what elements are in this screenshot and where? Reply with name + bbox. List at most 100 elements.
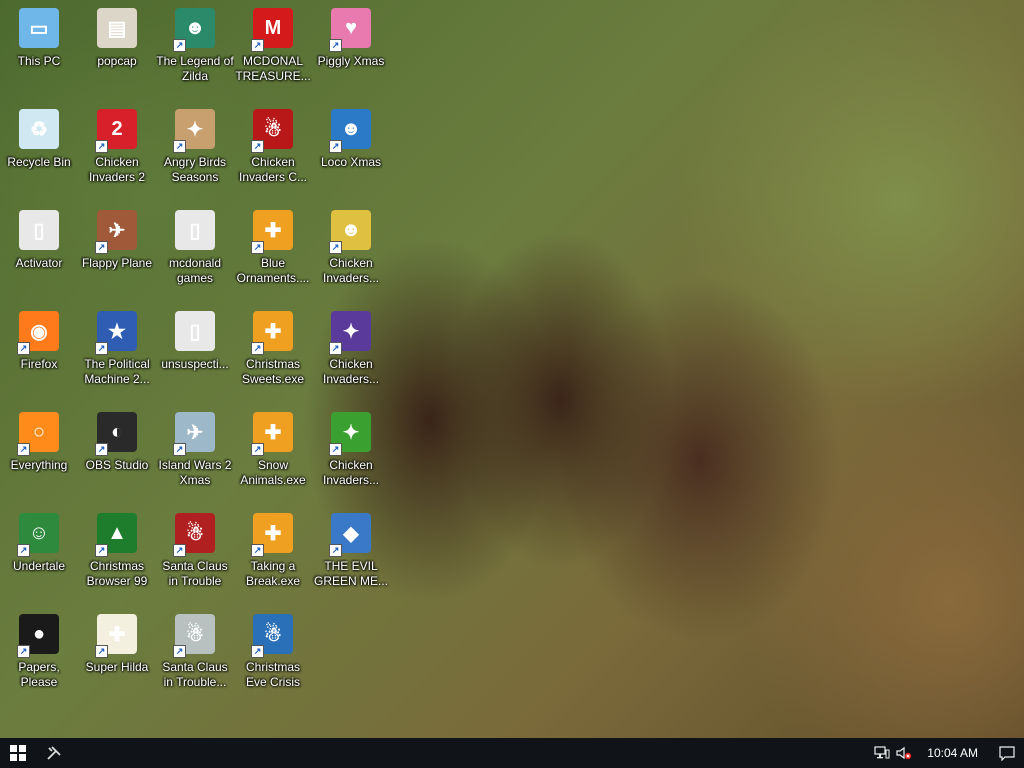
santa-claus-icon: ☃ ↗: [173, 511, 217, 557]
recycle-bin-icon: ♻: [17, 107, 61, 151]
desktop-icon[interactable]: ✦ ↗ Angry Birds Seasons: [156, 101, 234, 197]
network-button[interactable]: [871, 738, 893, 768]
desktop-icon-label: Island Wars 2 Xmas: [158, 458, 232, 487]
desktop-icon[interactable]: ✦ ↗ Chicken Invaders...: [312, 303, 390, 399]
taskbar-tools-button[interactable]: [36, 738, 72, 768]
desktop-icon[interactable]: ▤ popcap: [78, 0, 156, 96]
desktop-icon[interactable]: ✦ ↗ Chicken Invaders...: [312, 404, 390, 500]
santa-claus-icon: ☃ ↗: [173, 612, 217, 658]
shortcut-arrow-icon: ↗: [173, 443, 186, 456]
shortcut-arrow-icon: ↗: [17, 443, 30, 456]
legend-of-zilda-icon: ☻ ↗: [173, 6, 217, 52]
desktop-icon-label: Blue Ornaments....: [236, 256, 310, 285]
desktop-icon[interactable]: ✈ ↗ Flappy Plane: [78, 202, 156, 298]
desktop-icon[interactable]: ☺ ↗ Undertale: [0, 505, 78, 601]
christmas-browser-icon: ▲ ↗: [95, 511, 139, 557]
desktop-icon-label: OBS Studio: [85, 458, 149, 472]
desktop-icon-label: Super Hilda: [85, 660, 149, 674]
shortcut-arrow-icon: ↗: [329, 443, 342, 456]
start-button[interactable]: [0, 738, 36, 768]
shortcut-arrow-icon: ↗: [173, 645, 186, 658]
desktop-icon-label: popcap: [97, 54, 137, 68]
mcdonald-treasure-icon: M ↗: [251, 6, 295, 52]
shortcut-arrow-icon: ↗: [251, 645, 264, 658]
desktop-icon[interactable]: ✚ ↗ Blue Ornaments....: [234, 202, 312, 298]
shortcut-arrow-icon: ↗: [329, 544, 342, 557]
icon-image: ♻: [19, 109, 59, 149]
shortcut-arrow-icon: ↗: [95, 241, 108, 254]
desktop-icon[interactable]: ☃ ↗ Santa Claus in Trouble: [156, 505, 234, 601]
desktop-icon-label: Recycle Bin: [7, 155, 71, 169]
obs-studio-icon: ◐ ↗: [95, 410, 139, 456]
puzzle-icon: ✚ ↗: [251, 410, 295, 456]
desktop-icon[interactable]: ▯ Activator: [0, 202, 78, 298]
puzzle-icon: ✚ ↗: [251, 208, 295, 254]
political-machine-icon: ★ ↗: [95, 309, 139, 355]
shortcut-arrow-icon: ↗: [95, 645, 108, 658]
desktop-icon-label: Taking a Break.exe: [245, 559, 301, 588]
desktop-icon[interactable]: ☃↗Santa Claus in Trouble... A...: [156, 606, 234, 702]
action-center-icon: [999, 745, 1015, 761]
shortcut-arrow-icon: ↗: [173, 140, 186, 153]
volume-muted-icon: [896, 746, 912, 760]
desktop-icon-label: Undertale: [12, 559, 66, 573]
desktop-icon[interactable]: ◉ ↗ Firefox: [0, 303, 78, 399]
volume-button[interactable]: [893, 738, 915, 768]
desktop-icon-label: Snow Animals.exe: [240, 458, 306, 487]
desktop-icon[interactable]: ☃ ↗ Christmas Eve Crisis: [234, 606, 312, 702]
island-wars-icon: ✈ ↗: [173, 410, 217, 456]
desktop-icon[interactable]: ▯ unsuspecti...: [156, 303, 234, 399]
desktop-icon-label: Chicken Invaders C...: [238, 155, 308, 184]
desktop-icon-label: Christmas Sweets.exe: [241, 357, 305, 386]
shortcut-arrow-icon: ↗: [173, 544, 186, 557]
desktop-icon[interactable]: ♥ ↗ Piggly Xmas: [312, 0, 390, 96]
desktop-icon-label: Chicken Invaders...: [322, 357, 380, 386]
desktop-icon-label: Activator: [15, 256, 63, 270]
desktop-icon[interactable]: ★ ↗ The Political Machine 2...: [78, 303, 156, 399]
folder-icon: ▯: [173, 208, 217, 252]
system-tray: 10:04 AM: [871, 738, 1024, 768]
desktop-icon[interactable]: 2 ↗ Chicken Invaders 2: [78, 101, 156, 197]
desktop-icon-label: Chicken Invaders...: [322, 256, 380, 285]
desktop-icon[interactable]: ▲ ↗ Christmas Browser 99: [78, 505, 156, 601]
desktop-icon-label: Loco Xmas: [320, 155, 382, 169]
popcap-icon: ▤: [95, 6, 139, 50]
firefox-icon: ◉ ↗: [17, 309, 61, 355]
desktop-icon-label: Everything: [10, 458, 68, 472]
desktop-icon-label: Angry Birds Seasons: [163, 155, 227, 184]
icon-image: ▯: [175, 311, 215, 351]
desktop-icon[interactable]: ▭ This PC: [0, 0, 78, 96]
desktop-icon[interactable]: ✚ ↗ Super Hilda: [78, 606, 156, 702]
shortcut-arrow-icon: ↗: [17, 544, 30, 557]
desktop-icon[interactable]: ✈ ↗ Island Wars 2 Xmas: [156, 404, 234, 500]
desktop-icon[interactable]: ☃ ↗ Chicken Invaders C...: [234, 101, 312, 197]
shortcut-arrow-icon: ↗: [251, 544, 264, 557]
evil-green-icon: ◆ ↗: [329, 511, 373, 557]
taskbar-clock[interactable]: 10:04 AM: [915, 746, 990, 760]
desktop-icon[interactable]: M ↗ MCDONAL TREASURE...: [234, 0, 312, 96]
tools-icon: [47, 746, 61, 760]
desktop-icon[interactable]: ◆ ↗ THE EVIL GREEN ME...: [312, 505, 390, 601]
desktop-icon-label: Santa Claus in Trouble: [162, 559, 228, 588]
desktop-icon[interactable]: ☻ ↗ Chicken Invaders...: [312, 202, 390, 298]
desktop-icon-label: MCDONAL TREASURE...: [235, 54, 311, 83]
desktop-icon-label: Santa Claus in Trouble... A...: [162, 660, 228, 689]
shortcut-arrow-icon: ↗: [95, 544, 108, 557]
desktop-icon[interactable]: ☻ ↗ Loco Xmas: [312, 101, 390, 197]
action-center-button[interactable]: [990, 738, 1024, 768]
desktop-icon[interactable]: ☻ ↗ The Legend of Zilda: [156, 0, 234, 96]
desktop-icon[interactable]: ♻ Recycle Bin: [0, 101, 78, 197]
desktop-icon-label: THE EVIL GREEN ME...: [313, 559, 388, 588]
desktop-icon[interactable]: ◐ ↗ OBS Studio: [78, 404, 156, 500]
desktop-icon[interactable]: ✚ ↗ Taking a Break.exe: [234, 505, 312, 601]
undertale-icon: ☺ ↗: [17, 511, 61, 557]
chicken-invaders-icon: ☃ ↗: [251, 107, 295, 153]
desktop-icon[interactable]: ▯ mcdonald games: [156, 202, 234, 298]
icon-image: ▤: [97, 8, 137, 48]
puzzle-icon: ✚ ↗: [251, 511, 295, 557]
piggly-xmas-icon: ♥ ↗: [329, 6, 373, 52]
desktop-icon[interactable]: ○ ↗ Everything: [0, 404, 78, 500]
desktop-icon[interactable]: ✚ ↗ Snow Animals.exe: [234, 404, 312, 500]
desktop-icon[interactable]: ✚ ↗ Christmas Sweets.exe: [234, 303, 312, 399]
desktop-icon[interactable]: ● ↗ Papers, Please: [0, 606, 78, 702]
